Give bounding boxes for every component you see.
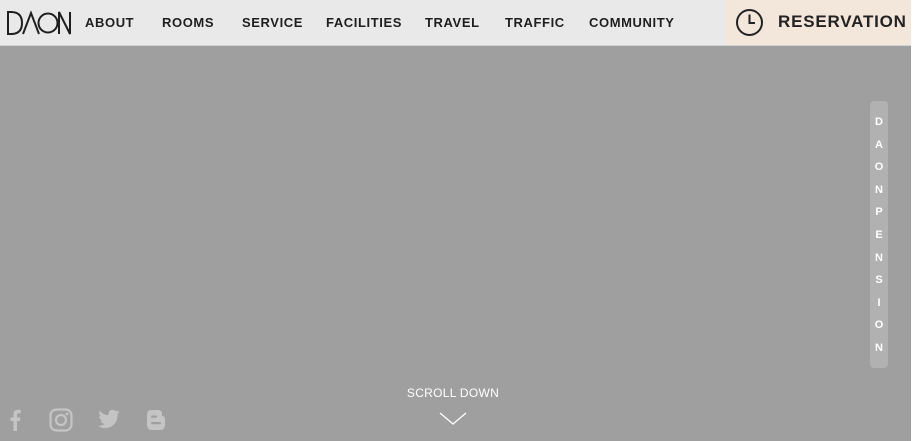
side-letter: A (875, 138, 883, 151)
scroll-down-button[interactable]: SCROLL DOWN (403, 386, 503, 426)
nav-item-facilities[interactable]: FACILITIES (326, 15, 402, 30)
side-tab-letters: D A O N P E N S I O N (870, 111, 888, 360)
blog-icon[interactable] (145, 408, 167, 437)
nav-item-about[interactable]: ABOUT (85, 15, 134, 30)
side-letter: I (877, 296, 881, 309)
nav-item-rooms[interactable]: ROOMS (162, 15, 214, 30)
side-letter: P (875, 206, 883, 219)
scroll-down-label: SCROLL DOWN (406, 386, 500, 400)
facebook-icon[interactable] (8, 408, 22, 437)
page: ABOUT ROOMS SERVICE FACILITIES TRAVEL TR… (0, 0, 911, 441)
reservation-button[interactable]: RESERVATION (726, 0, 911, 45)
side-letter: E (875, 228, 883, 241)
side-letter: N (875, 251, 883, 264)
daon-logo (7, 10, 71, 35)
header: ABOUT ROOMS SERVICE FACILITIES TRAVEL TR… (0, 0, 911, 46)
chevron-down-icon (439, 412, 467, 425)
twitter-icon[interactable] (97, 408, 121, 435)
instagram-icon[interactable] (49, 408, 73, 437)
side-tab-daon-pension[interactable]: D A O N P E N S I O N (870, 101, 888, 368)
side-letter: N (875, 183, 883, 196)
side-letter: N (875, 341, 883, 354)
clock-icon (736, 9, 763, 36)
nav-item-community[interactable]: COMMUNITY (589, 15, 675, 30)
side-letter: D (875, 116, 883, 128)
side-letter: O (874, 161, 884, 174)
side-letter: O (874, 319, 884, 332)
nav-item-travel[interactable]: TRAVEL (425, 15, 480, 30)
side-letter: S (875, 274, 883, 287)
reservation-label: RESERVATION (778, 12, 907, 31)
nav-item-service[interactable]: SERVICE (242, 15, 303, 30)
logo[interactable] (6, 9, 72, 37)
nav-item-traffic[interactable]: TRAFFIC (505, 15, 565, 30)
